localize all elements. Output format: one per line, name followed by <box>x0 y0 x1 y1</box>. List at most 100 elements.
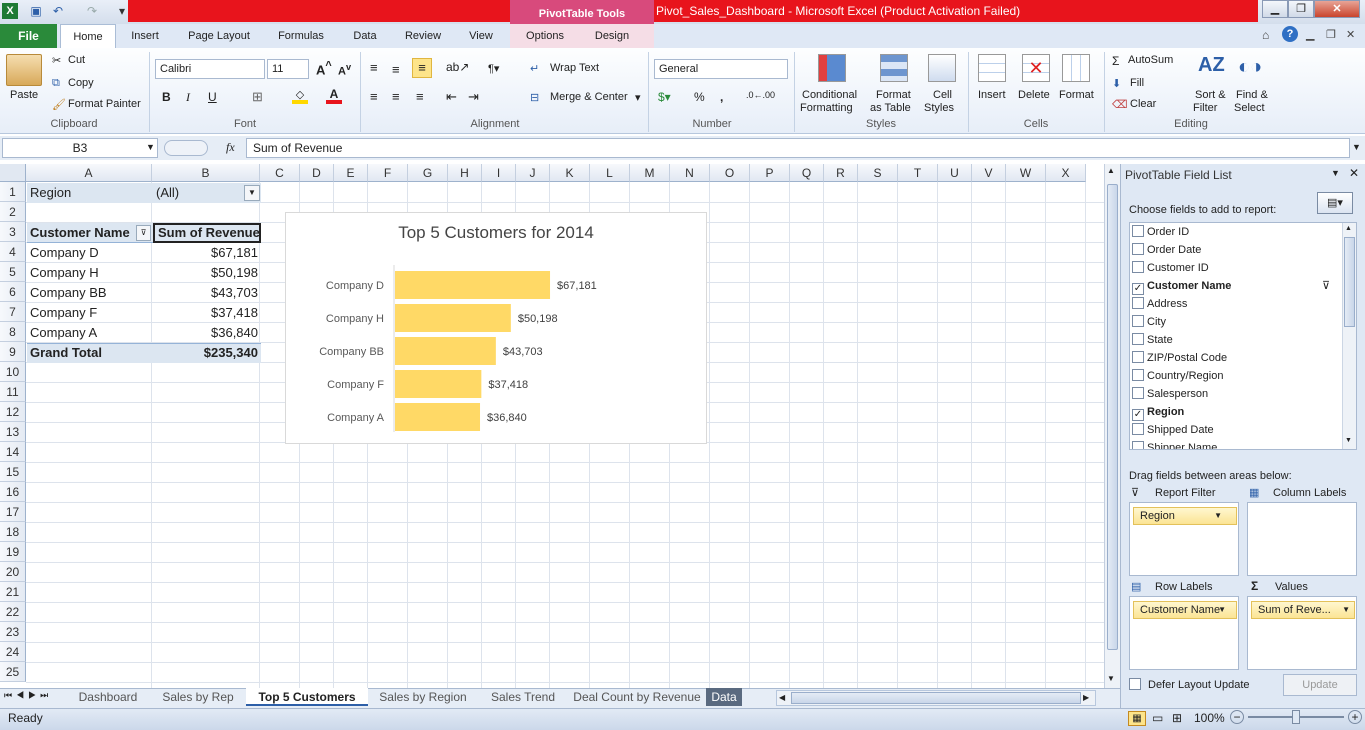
zoom-level[interactable]: 100% <box>1194 711 1225 725</box>
row-header[interactable]: 7 <box>0 302 26 322</box>
row-header[interactable]: 20 <box>0 562 26 582</box>
format-cells-button[interactable]: Format <box>1059 89 1094 101</box>
paste-button[interactable]: Paste <box>10 89 38 101</box>
scroll-up-icon[interactable]: ▲ <box>1107 166 1115 175</box>
sheet-tab-deal-count-by-revenue[interactable]: Deal Count by Revenue <box>568 688 706 706</box>
wrap-text-button[interactable]: Wrap Text <box>550 62 599 74</box>
field-item[interactable]: Order Date <box>1132 241 1201 259</box>
tab-options[interactable]: Options <box>514 24 576 48</box>
horizontal-scroll-thumb[interactable] <box>791 692 1081 704</box>
name-box-dropdown-icon[interactable]: ▼ <box>146 142 155 152</box>
comma-style-icon[interactable]: , <box>720 90 723 104</box>
tab-page-layout[interactable]: Page Layout <box>178 24 260 48</box>
column-header-p[interactable]: P <box>750 164 790 182</box>
minimize-button[interactable]: ▁ <box>1262 0 1288 18</box>
sort-filter-icon[interactable]: AZ <box>1198 54 1225 77</box>
row-header[interactable]: 21 <box>0 582 26 602</box>
sum-of-revenue-pill[interactable]: Sum of Reve... ▼ <box>1251 601 1355 619</box>
increase-decimal-icon[interactable]: .0←.00 <box>746 90 775 100</box>
find-select-label-1[interactable]: Find & <box>1236 89 1268 101</box>
update-button[interactable]: Update <box>1283 674 1357 696</box>
sheet-tab-sales-trend[interactable]: Sales Trend <box>478 688 568 706</box>
column-header-f[interactable]: F <box>368 164 408 182</box>
row-filter-icon[interactable]: ⊽ <box>136 225 151 241</box>
zoom-out-icon[interactable]: − <box>1230 710 1244 724</box>
row-header[interactable]: 18 <box>0 522 26 542</box>
tab-review[interactable]: Review <box>396 24 450 48</box>
grand-total-value[interactable]: $235,340 <box>153 343 261 363</box>
column-labels-area[interactable] <box>1247 502 1357 576</box>
row-labels-area[interactable]: Customer Name ▼ <box>1129 596 1239 670</box>
format-painter-button[interactable]: Format Painter <box>68 98 141 110</box>
font-color-icon[interactable]: A <box>326 88 342 104</box>
help-icon[interactable]: ? <box>1282 26 1298 42</box>
chart-bar[interactable] <box>395 271 551 299</box>
pivot-row-label[interactable]: Company A <box>27 323 153 343</box>
field-list-box[interactable]: Order ID Order Date Customer ID ✓ Customer N… <box>1129 222 1357 450</box>
insert-cells-icon[interactable] <box>978 54 1006 82</box>
format-as-table-label-2[interactable]: as Table <box>870 102 911 114</box>
row-header[interactable]: 23 <box>0 622 26 642</box>
delete-cells-button[interactable]: Delete <box>1018 89 1050 101</box>
maximize-button[interactable]: ❐ <box>1288 0 1314 18</box>
pivot-row-value[interactable]: $50,198 <box>153 263 261 283</box>
checkbox-icon[interactable] <box>1132 369 1144 381</box>
checkbox-icon[interactable] <box>1132 351 1144 363</box>
chart-bar[interactable] <box>395 403 481 431</box>
sheet-navigation-icons[interactable]: ⏮◀▶⏭ <box>4 690 52 701</box>
workbook-restore-icon[interactable]: ❐ <box>1326 28 1336 41</box>
font-size-select[interactable]: 11 <box>267 59 309 79</box>
checkbox-icon[interactable] <box>1132 315 1144 327</box>
paste-icon[interactable] <box>6 54 42 86</box>
checkbox-icon[interactable] <box>1132 243 1144 255</box>
checkbox-icon[interactable] <box>1132 423 1144 435</box>
conditional-formatting-icon[interactable] <box>818 54 846 82</box>
pivot-row-label[interactable]: Company F <box>27 303 153 323</box>
close-button[interactable]: ✕ <box>1314 0 1360 18</box>
scroll-left-icon[interactable]: ◀ <box>779 691 785 705</box>
sheet-tab-data[interactable]: Data <box>706 688 742 706</box>
column-header-n[interactable]: N <box>670 164 710 182</box>
field-item[interactable]: State <box>1132 331 1173 349</box>
fill-icon[interactable]: ⬇ <box>1112 77 1121 90</box>
sheet-tab-sales-by-rep[interactable]: Sales by Rep <box>150 688 246 706</box>
pill-dropdown-icon[interactable]: ▼ <box>1342 602 1350 618</box>
column-header-g[interactable]: G <box>408 164 448 182</box>
field-item[interactable]: ✓ Region <box>1132 403 1184 421</box>
name-box[interactable]: B3 <box>2 138 158 158</box>
column-header-c[interactable]: C <box>260 164 300 182</box>
find-select-icon[interactable]: ◐◑ <box>1238 56 1262 79</box>
shrink-font-icon[interactable]: Av <box>338 62 351 78</box>
scroll-right-icon[interactable]: ▶ <box>1083 691 1089 705</box>
column-header-i[interactable]: I <box>482 164 516 182</box>
horizontal-scrollbar[interactable]: ◀ ▶ <box>776 690 1096 706</box>
increase-indent-icon[interactable]: ⇥ <box>468 89 479 105</box>
cell-styles-label-1[interactable]: Cell <box>933 89 952 101</box>
autosum-icon[interactable]: Σ <box>1112 54 1119 68</box>
pane-options-icon[interactable]: ▼ <box>1331 168 1340 178</box>
pivot-filter-value[interactable]: (All) <box>153 183 243 203</box>
format-as-table-label-1[interactable]: Format <box>876 89 911 101</box>
zoom-slider-thumb[interactable] <box>1292 710 1300 724</box>
select-all-corner[interactable] <box>0 164 26 182</box>
formula-bar-expander[interactable] <box>164 140 208 156</box>
align-top-icon[interactable]: ≡ <box>370 60 378 75</box>
field-list-scrollbar[interactable]: ▲ ▼ <box>1342 223 1356 449</box>
pivot-row-label[interactable]: Company H <box>27 263 153 283</box>
orientation-icon[interactable]: ab↗ <box>446 60 469 74</box>
autosum-button[interactable]: AutoSum <box>1128 54 1173 66</box>
row-header[interactable]: 1 <box>0 182 26 202</box>
pivot-row-label[interactable]: Company BB <box>27 283 153 303</box>
checked-checkbox-icon[interactable]: ✓ <box>1132 409 1144 421</box>
filter-dropdown-icon[interactable]: ▼ <box>244 185 260 201</box>
row-header[interactable]: 24 <box>0 642 26 662</box>
align-left-icon[interactable]: ≡ <box>370 89 378 104</box>
copy-icon[interactable]: ⧉ <box>52 77 60 90</box>
pivot-row-value[interactable]: $36,840 <box>153 323 261 343</box>
zoom-in-icon[interactable]: + <box>1348 710 1362 724</box>
column-header-t[interactable]: T <box>898 164 938 182</box>
defer-layout-checkbox[interactable]: Defer Layout Update <box>1129 678 1250 691</box>
field-item[interactable]: Shipped Date <box>1132 421 1214 439</box>
field-scroll-thumb[interactable] <box>1344 237 1355 327</box>
column-header-u[interactable]: U <box>938 164 972 182</box>
